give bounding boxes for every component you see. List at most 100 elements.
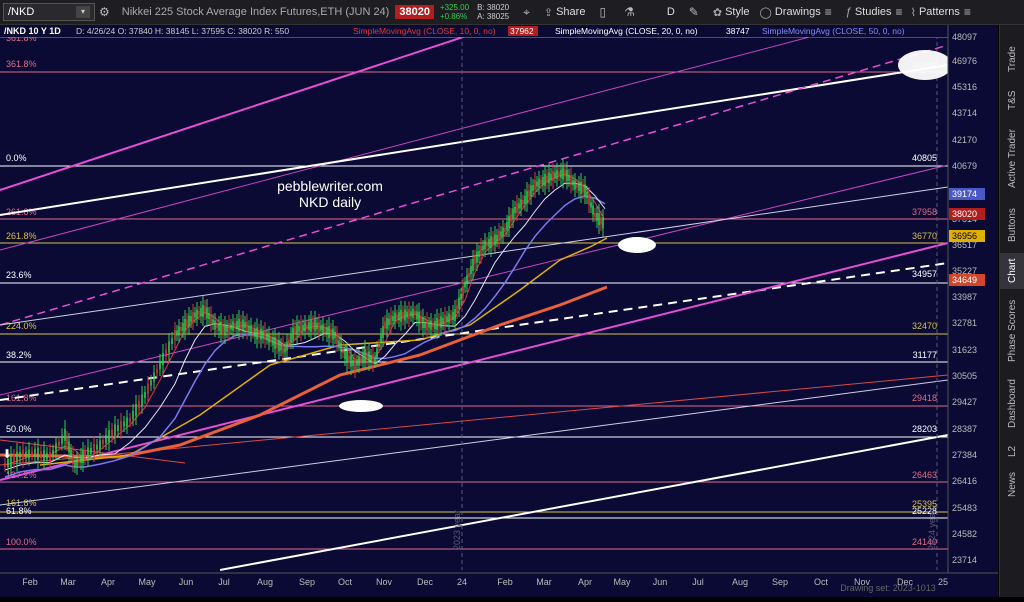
patterns-icon: ⌇ [910,6,916,19]
candle-body [590,202,592,208]
candle-body [153,372,155,382]
candle-body [266,334,268,340]
trendline-white-bottom [219,434,949,571]
page-icon[interactable]: ▯ [599,5,606,19]
candle-body [220,322,222,334]
rail-active-trader[interactable]: Active Trader [1000,121,1024,197]
fib-percent-label: 61.8% [6,506,32,516]
candle-body [126,417,128,427]
rail-dashboard[interactable]: Dashboard [1000,373,1024,435]
fib-percent-label: 361.8% [6,59,37,69]
flask-icon[interactable]: ⚗ [624,5,635,19]
rail-chart[interactable]: Chart [1000,253,1024,289]
symbol-text: /NKD [8,6,35,18]
rail-news[interactable]: News [1000,467,1024,501]
candle-body [408,309,410,320]
candle-body [264,330,266,340]
candle-body [304,322,306,332]
price-axis-tick: 46976 [952,56,977,66]
rail-l2[interactable]: L2 [1000,439,1024,463]
candle-body [165,349,167,357]
chart-area[interactable]: 361.8%361.8%0.0%261.8%261.8%23.6%224.0%3… [0,0,998,597]
candle-body [25,451,27,457]
patterns-menu-icon[interactable]: ≡ [964,5,971,19]
style-label: Style [725,6,750,18]
candle-body [382,326,384,338]
time-axis-tick: May [613,577,631,587]
candle-body [510,214,512,222]
fib-level-value: 34957 [912,269,937,279]
candle-body [388,318,390,325]
candle-body [566,169,568,181]
sma20-label: SimpleMovingAvg (CLOSE, 20, 0, no) [555,26,698,36]
candle-body [200,308,202,316]
candle-body [524,196,526,204]
patterns-button[interactable]: ⌇ Patterns [911,6,960,19]
price-badge: 36956 [952,231,977,241]
candle-body [436,318,438,330]
candle-body [82,451,84,463]
price-chart[interactable]: 361.8%361.8%0.0%261.8%261.8%23.6%224.0%3… [0,0,998,597]
candle-body [294,326,296,334]
candle-body [362,353,364,361]
period-selector[interactable]: D [667,6,675,18]
candle-body [424,322,426,328]
share-button[interactable]: ⇪ Share [544,6,586,19]
rail-time-sales[interactable]: T&S [1000,83,1024,117]
candle-body [508,216,510,228]
candle-body [526,191,528,203]
candle-body [398,312,400,321]
candle-body [80,455,82,463]
candle-body [188,315,190,327]
candle-body [450,315,452,319]
candle-body [246,321,248,332]
wrench-icon[interactable]: ✎ [689,5,699,19]
candle-body [49,452,51,462]
pin-icon[interactable]: ⌖ [523,5,530,20]
candle-body [474,256,476,264]
candle-body [380,335,382,343]
candle-body [218,323,220,331]
drawings-menu-icon[interactable]: ≡ [825,5,832,19]
candle-body [298,325,300,332]
rail-buttons[interactable]: Buttons [1000,201,1024,249]
candle-body [488,239,490,247]
candle-body [456,305,458,313]
style-button[interactable]: ✿ Style [713,6,750,19]
candle-body [252,329,254,334]
candle-body [588,195,590,205]
rail-phase-scores[interactable]: Phase Scores [1000,293,1024,369]
candle-body [256,327,258,340]
trendline-magenta-upper [0,4,561,191]
candle-body [364,349,366,361]
annotation-ellipse-mid [618,237,656,253]
candle-body [90,448,92,454]
studies-button[interactable]: ƒ Studies [846,6,892,18]
symbol-dropdown-icon[interactable]: ▾ [76,6,90,18]
time-axis-tick: Oct [338,577,353,587]
arrow-down-icon: ⬇ [2,447,12,461]
candle-body [336,334,338,344]
candle-body [556,170,558,180]
candle-body [354,360,356,370]
year-marker-2024: 2024 year [927,510,937,550]
candle-body [171,338,173,344]
candle-body [310,319,312,332]
candle-body [210,314,212,324]
fib-percent-label: 38.2% [6,350,32,360]
candle-body [286,341,288,351]
candle-body [366,352,368,360]
candle-body [99,440,101,450]
gear-icon[interactable]: ⚙ [99,5,110,19]
studies-menu-icon[interactable]: ≡ [896,5,903,19]
candle-body [178,326,180,336]
price-axis-tick: 45316 [952,82,977,92]
candle-body [132,411,134,419]
drawings-button[interactable]: ◯ Drawings [760,6,821,19]
rail-trade[interactable]: Trade [1000,39,1024,79]
candle-body [478,251,480,257]
candle-body [376,348,378,358]
candle-body [68,441,70,453]
symbol-selector[interactable]: /NKD ▾ [3,3,95,21]
candle-body [596,213,598,221]
